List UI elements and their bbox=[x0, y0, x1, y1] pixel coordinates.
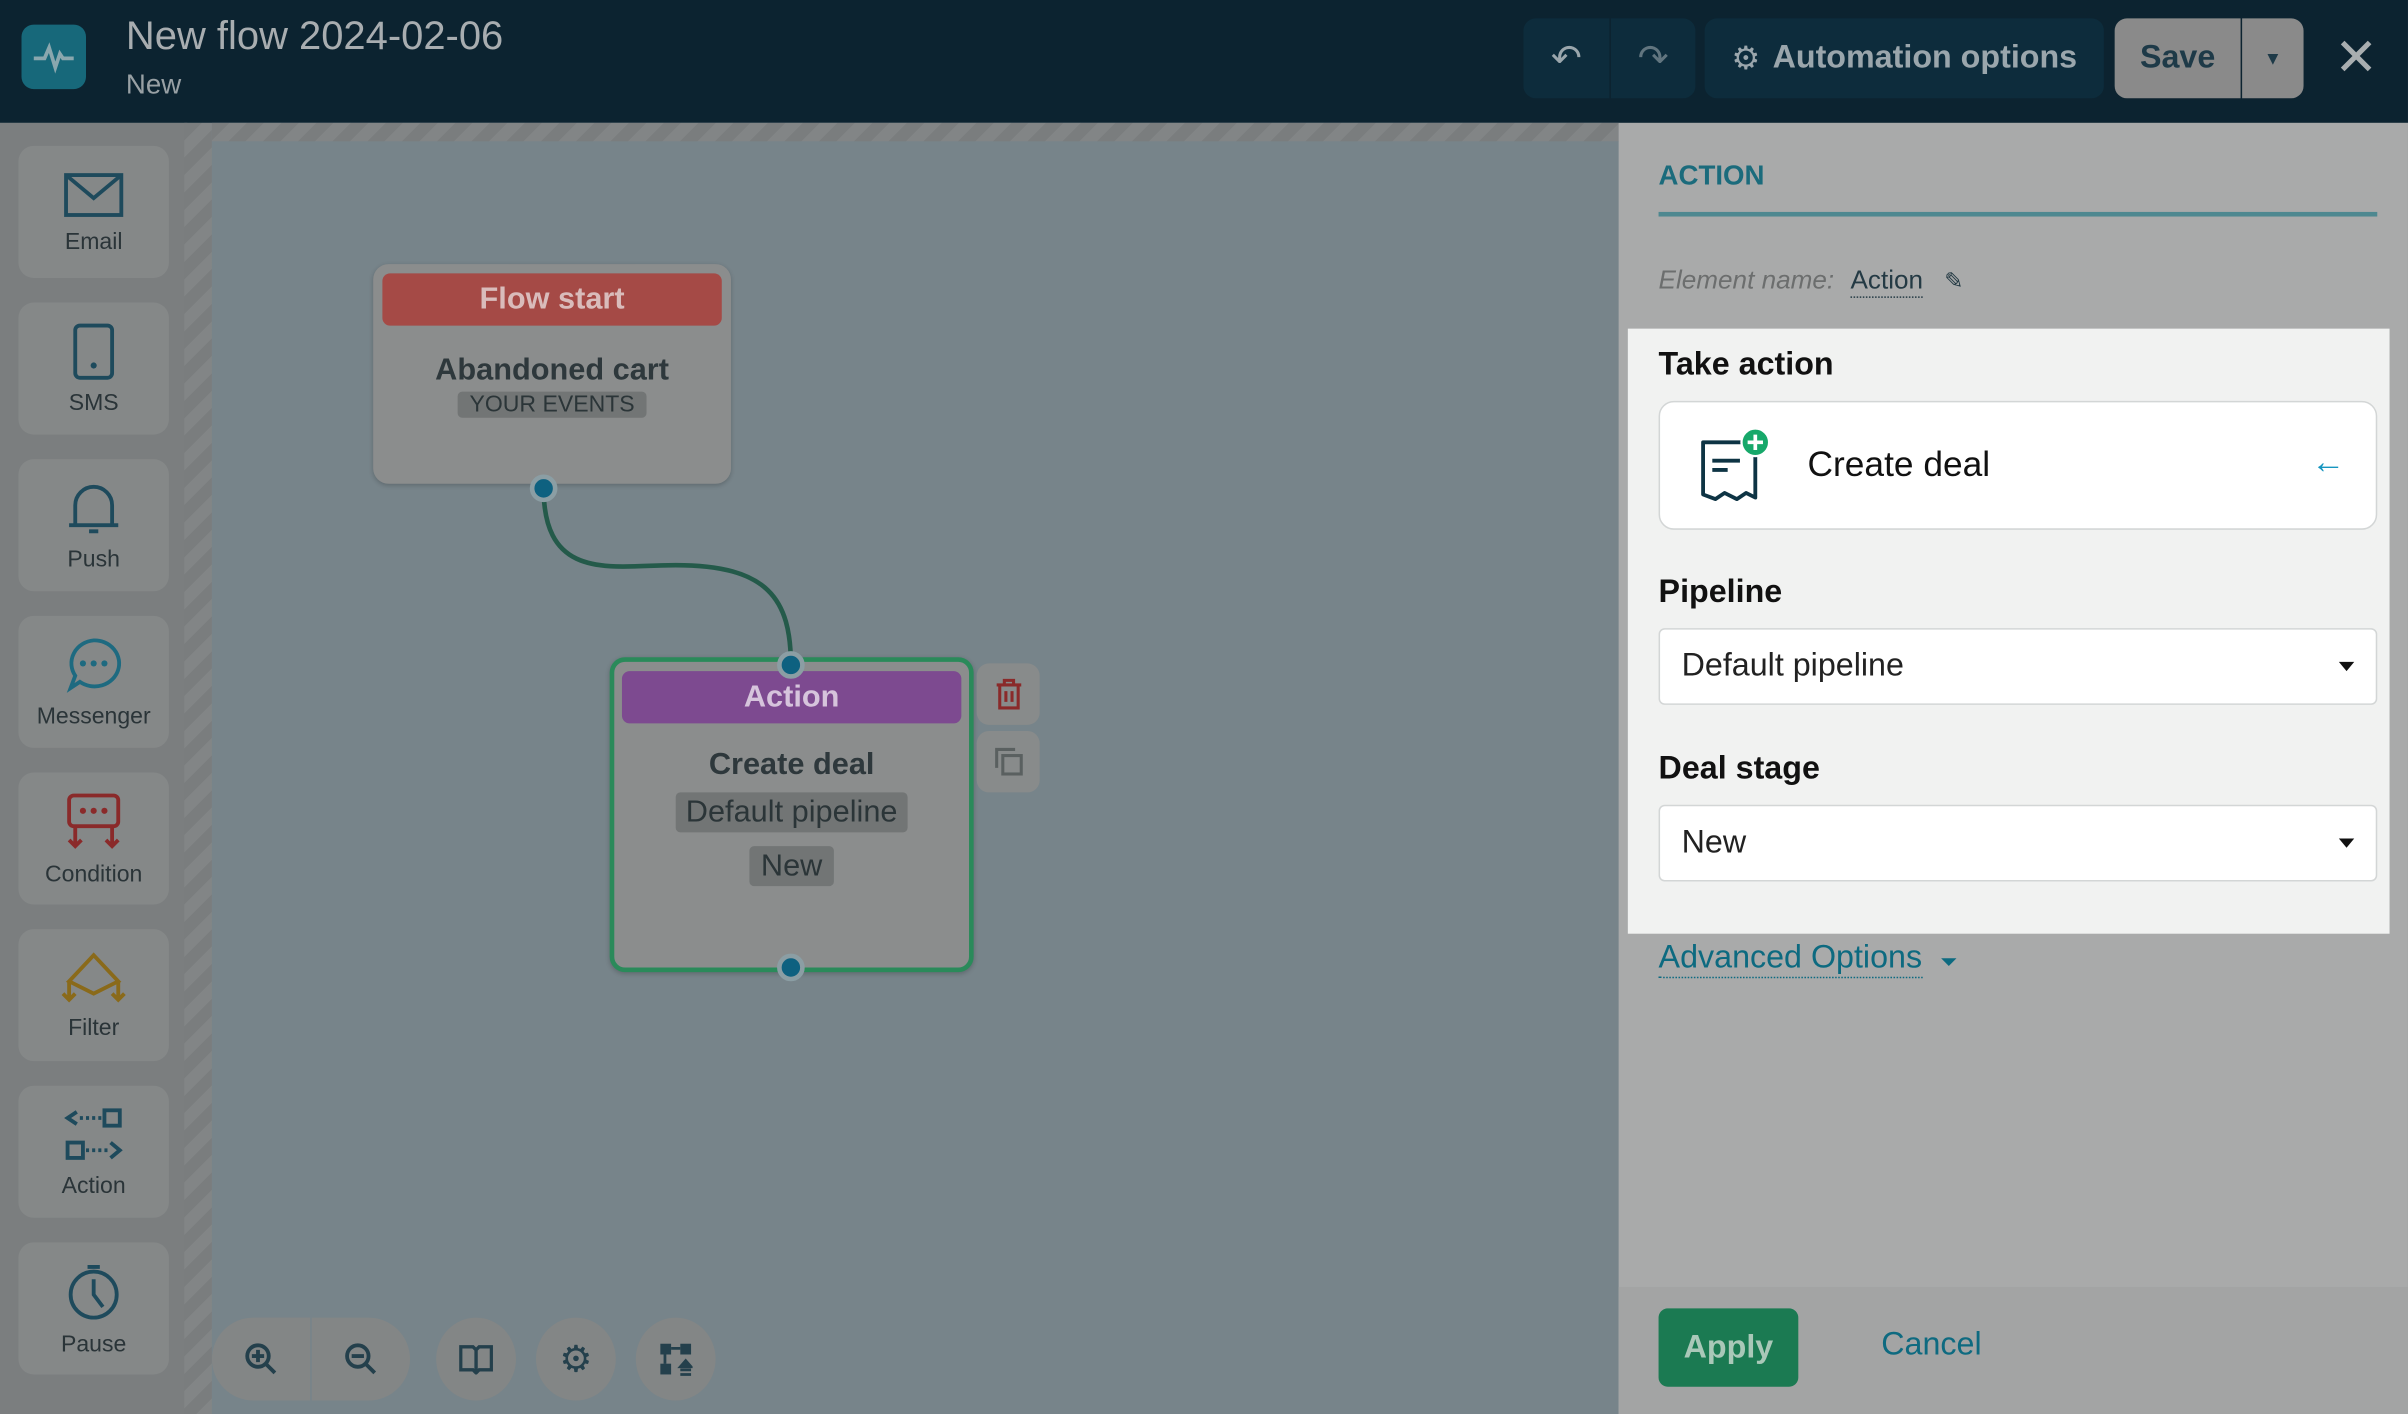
deal-stage-label: Deal stage bbox=[1658, 750, 1820, 787]
layout-icon bbox=[660, 1343, 693, 1376]
zoom-out-icon bbox=[345, 1343, 377, 1375]
flow-editor: New flow 2024-02-06 New ↶ ↷ ⚙ Automation … bbox=[0, 0, 2408, 1414]
flow-start-node[interactable]: Flow start Abandoned cart YOUR EVENTS bbox=[373, 264, 731, 484]
pipeline-value: Default pipeline bbox=[1681, 648, 1904, 684]
node-tag: YOUR EVENTS bbox=[457, 391, 647, 418]
pipeline-select[interactable]: Default pipeline bbox=[1658, 628, 2378, 705]
deal-stage-value: New bbox=[1681, 824, 1747, 860]
apply-button[interactable]: Apply bbox=[1658, 1308, 1799, 1387]
redo-icon: ↷ bbox=[1637, 37, 1669, 80]
zoom-out-button[interactable] bbox=[311, 1317, 411, 1401]
take-action-label: Take action bbox=[1658, 347, 1834, 383]
take-action-selector[interactable]: Create deal ← bbox=[1658, 400, 2378, 530]
node-pipeline: Default pipeline bbox=[675, 792, 909, 833]
advanced-options-toggle[interactable]: Advanced Options bbox=[1658, 939, 1923, 979]
node-title: Abandoned cart bbox=[435, 353, 669, 387]
output-port[interactable] bbox=[777, 953, 805, 982]
panel-title: ACTION bbox=[1658, 159, 1765, 191]
gear-icon: ⚙ bbox=[1731, 40, 1761, 77]
duplicate-node-button[interactable] bbox=[976, 730, 1040, 793]
edit-pencil-icon[interactable]: ✎ bbox=[1944, 267, 1963, 295]
copy-icon bbox=[994, 747, 1023, 776]
delete-node-button[interactable] bbox=[976, 663, 1040, 725]
pipeline-label: Pipeline bbox=[1658, 574, 1783, 610]
node-header: Action bbox=[621, 671, 962, 724]
cancel-button[interactable]: Cancel bbox=[1881, 1327, 1981, 1364]
create-deal-icon bbox=[1701, 427, 1771, 502]
deal-stage-select[interactable]: New bbox=[1658, 804, 2378, 882]
panel-title-underline bbox=[1658, 211, 2378, 217]
automation-options-button[interactable]: ⚙ Automation options bbox=[1704, 18, 2104, 99]
book-icon bbox=[459, 1345, 493, 1375]
caret-down-icon[interactable] bbox=[1941, 958, 1957, 966]
node-stage: New bbox=[750, 846, 834, 887]
input-port[interactable] bbox=[777, 651, 805, 679]
settings-button[interactable]: ⚙ bbox=[535, 1317, 616, 1401]
zoom-in-icon bbox=[245, 1343, 277, 1375]
take-action-value: Create deal bbox=[1807, 443, 1991, 484]
caret-down-icon bbox=[2338, 838, 2355, 848]
element-name-value[interactable]: Action bbox=[1850, 266, 1924, 298]
guide-button[interactable] bbox=[436, 1317, 516, 1401]
automation-options-label: Automation options bbox=[1772, 39, 2078, 76]
advanced-options-label: Advanced Options bbox=[1658, 939, 1923, 976]
zoom-in-button[interactable] bbox=[211, 1317, 311, 1401]
save-dropdown-button[interactable]: ▼ bbox=[2242, 18, 2304, 99]
node-header: Flow start bbox=[382, 273, 722, 326]
auto-layout-button[interactable] bbox=[635, 1317, 716, 1401]
output-port[interactable] bbox=[529, 474, 558, 503]
caret-down-icon bbox=[2338, 661, 2355, 672]
node-title: Create deal bbox=[708, 747, 875, 782]
close-button[interactable]: ✕ bbox=[2334, 28, 2378, 89]
chevron-down-icon: ▼ bbox=[2263, 47, 2282, 70]
element-name-label: Element name: bbox=[1658, 265, 1835, 295]
redo-button[interactable]: ↷ bbox=[1610, 18, 1696, 99]
trash-icon bbox=[995, 678, 1021, 710]
save-button[interactable]: Save bbox=[2114, 18, 2241, 99]
action-node[interactable]: Action Create deal Default pipeline New bbox=[609, 657, 974, 973]
arrow-left-icon[interactable]: ← bbox=[2311, 442, 2345, 482]
gear-icon: ⚙ bbox=[559, 1338, 593, 1380]
